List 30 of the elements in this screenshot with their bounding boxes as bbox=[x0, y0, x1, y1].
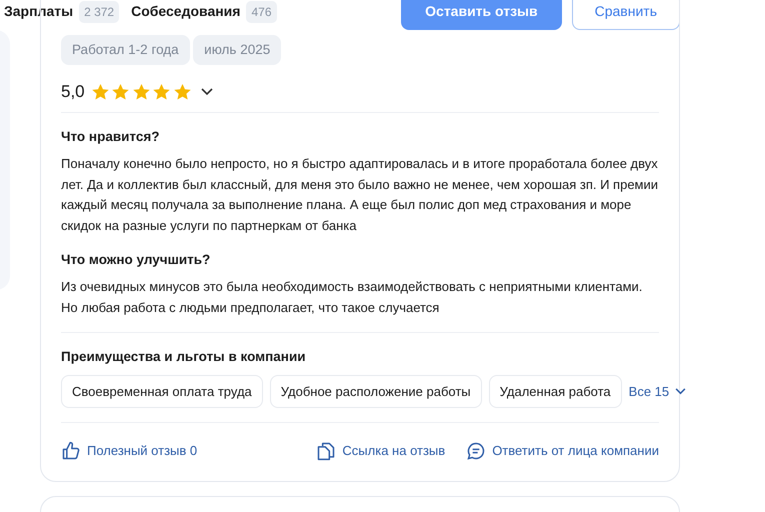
benefits-title: Преимущества и льготы в компании bbox=[61, 348, 307, 366]
count-badge: 476 bbox=[246, 0, 276, 22]
section-title: Что можно улучшить? bbox=[61, 251, 212, 269]
section-title: Что нравится? bbox=[61, 128, 160, 146]
rating-value: 5,0 bbox=[61, 81, 85, 104]
count-badge: 2 372 bbox=[79, 0, 120, 22]
copy-icon bbox=[316, 440, 336, 460]
star-icon bbox=[174, 84, 191, 100]
tag: Работал 1-2 года bbox=[61, 35, 190, 66]
chevron-down-icon bbox=[675, 388, 686, 395]
benefit-chip: Удобное расположение работы bbox=[270, 374, 482, 408]
star-icon bbox=[92, 84, 109, 100]
thumbs-up-icon bbox=[61, 440, 81, 460]
benefit-chip: Своевременная оплата труда bbox=[61, 374, 263, 408]
reply-button[interactable]: Ответить от лица компании bbox=[466, 440, 659, 460]
tab-label[interactable]: Собеседования bbox=[131, 1, 240, 22]
show-all-link[interactable]: Все 15 bbox=[628, 382, 686, 401]
star-icon bbox=[112, 84, 130, 100]
tag: июль 2025 bbox=[193, 35, 282, 66]
benefit-chip: Удаленная работа bbox=[488, 374, 622, 408]
review-text: Поначалу конечно было непросто, но я быстро адаптировалась и в итоге проработала более двух лет. Да и коллектив был классный, для меня это было важно не менее, чем хорошая зп. И премии каждый месяц получала за выполнение плана. А еще был полис доп мед страхования и море скидок на разные услуги по партнеркам от банка bbox=[61, 155, 659, 235]
tab-label[interactable]: Зарплаты bbox=[4, 1, 74, 22]
star-icon bbox=[153, 84, 170, 100]
chevron-down-icon[interactable] bbox=[201, 88, 214, 96]
chat-icon bbox=[466, 440, 486, 460]
review-link[interactable]: Ссылка на отзыв bbox=[316, 440, 446, 460]
star-icon bbox=[132, 84, 150, 100]
compare-button[interactable]: Сравнить bbox=[572, 0, 680, 30]
review-text: Из очевидных минусов это была необходимость взаимодействовать с неприятными клиентами. Но любая работа с людьми предполагает, что такое случается bbox=[61, 278, 644, 317]
helpful-button[interactable]: Полезный отзыв 0 bbox=[61, 440, 198, 460]
